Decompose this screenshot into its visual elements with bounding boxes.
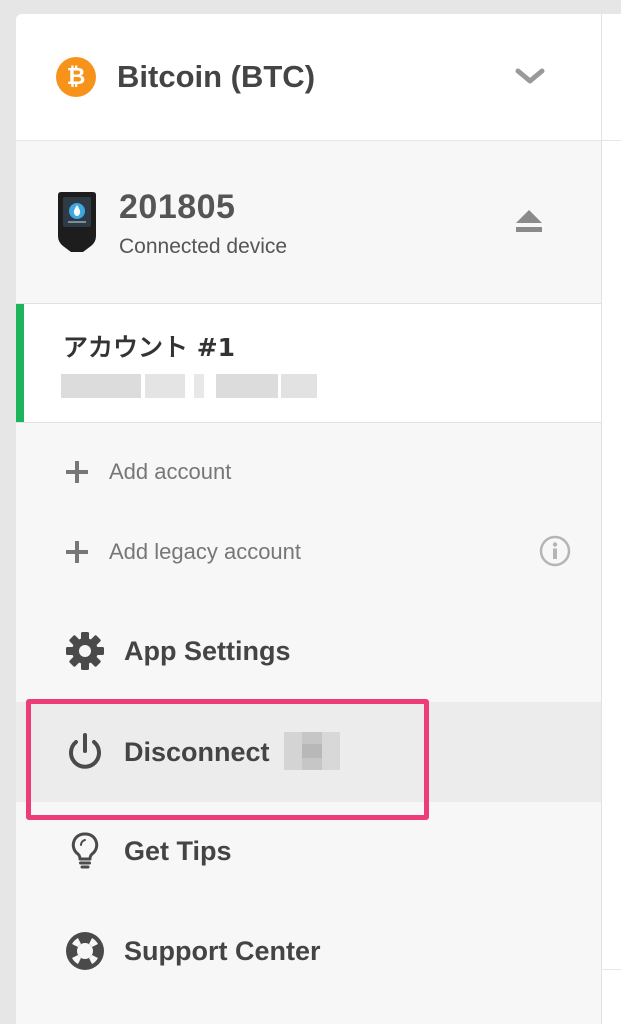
add-account-label: Add account — [109, 459, 232, 484]
account-item[interactable]: アカウント #1 — [16, 304, 601, 423]
app-settings-label: App Settings — [124, 636, 291, 666]
lifebuoy-icon — [66, 932, 104, 970]
plus-icon — [66, 541, 88, 563]
app-settings-item[interactable]: App Settings — [16, 601, 601, 701]
add-legacy-account-label: Add legacy account — [109, 539, 302, 564]
gear-icon — [66, 632, 104, 670]
support-center-label: Support Center — [124, 936, 321, 966]
device-label: 201805 — [119, 188, 236, 226]
lightbulb-icon — [71, 832, 99, 869]
trezor-device-icon — [58, 192, 96, 252]
power-icon — [69, 733, 101, 769]
get-tips-label: Get Tips — [124, 836, 232, 866]
info-icon[interactable] — [539, 535, 571, 567]
support-center-item[interactable]: Support Center — [16, 901, 601, 1001]
chevron-down-icon[interactable] — [513, 66, 547, 88]
coin-name: Bitcoin (BTC) — [117, 59, 316, 94]
eject-icon[interactable] — [514, 208, 544, 234]
main-content-edge — [601, 14, 621, 1024]
sidebar: ₿ Bitcoin (BTC) 201805 Connected device — [16, 14, 601, 1024]
plus-icon — [66, 461, 88, 483]
account-name: アカウント #1 — [63, 333, 236, 362]
device-section[interactable]: 201805 Connected device — [16, 141, 601, 304]
get-tips-item[interactable]: Get Tips — [16, 801, 601, 901]
coin-selector[interactable]: ₿ Bitcoin (BTC) — [16, 14, 601, 141]
device-status: Connected device — [119, 235, 288, 258]
app-window: ₿ Bitcoin (BTC) 201805 Connected device — [16, 14, 621, 1024]
account-active-indicator — [16, 304, 24, 422]
bitcoin-icon: ₿ — [56, 57, 96, 97]
device-name-redacted — [284, 732, 340, 770]
account-balance-redacted — [61, 374, 321, 398]
disconnect-label: Disconnect — [124, 737, 270, 767]
